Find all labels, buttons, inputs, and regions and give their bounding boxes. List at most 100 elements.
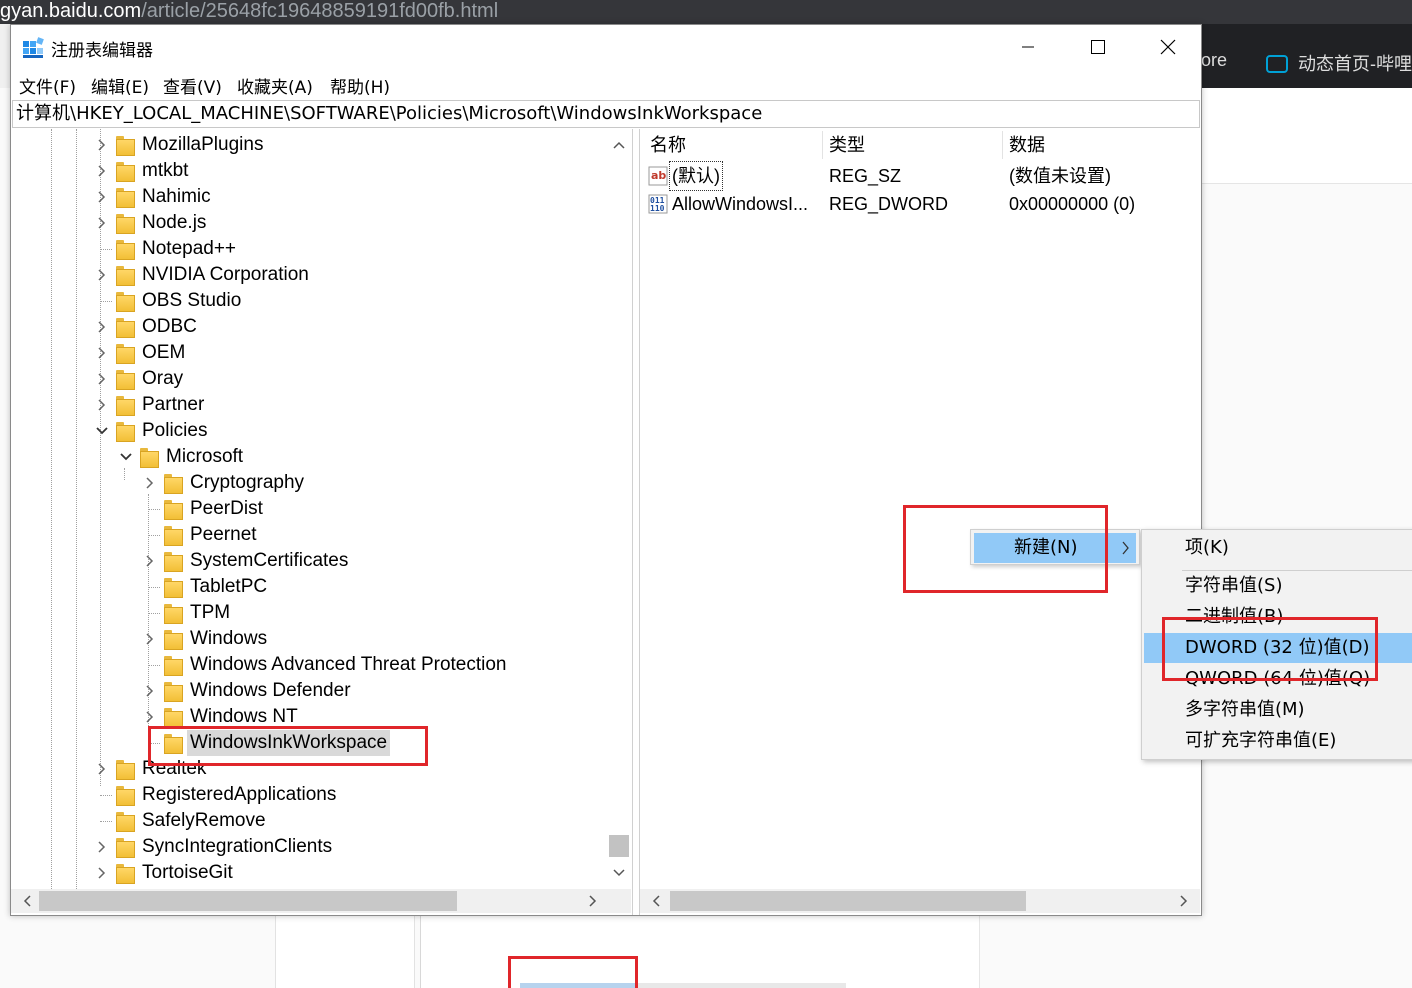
tree-item[interactable]: TabletPC bbox=[11, 574, 601, 600]
tree-item-label: ODBC bbox=[142, 316, 197, 337]
folder-icon bbox=[116, 396, 135, 416]
minimize-button[interactable] bbox=[993, 25, 1063, 69]
svg-text:110: 110 bbox=[650, 204, 665, 213]
tree-item[interactable]: SystemCertificates bbox=[11, 548, 601, 574]
menu-edit[interactable]: 编辑(E) bbox=[91, 73, 149, 98]
maximize-button[interactable] bbox=[1063, 25, 1133, 69]
scroll-thumb[interactable] bbox=[670, 891, 1026, 911]
browser-url-bar[interactable]: gyan.baidu.com/article/25648fc1964885919… bbox=[0, 0, 1412, 24]
tree-vertical-scrollbar[interactable] bbox=[607, 129, 631, 889]
scroll-up-button[interactable] bbox=[607, 133, 631, 157]
expand-chevron-icon[interactable] bbox=[94, 834, 110, 860]
tree-item[interactable]: Cryptography bbox=[11, 470, 601, 496]
tree-item-label: OEM bbox=[142, 342, 186, 363]
column-divider[interactable] bbox=[1002, 131, 1003, 159]
value-row[interactable]: 011 110 AllowWindowsI... REG_DWORD 0x000… bbox=[640, 190, 1200, 218]
expand-chevron-icon[interactable] bbox=[142, 470, 158, 496]
expand-chevron-icon[interactable] bbox=[142, 678, 158, 704]
folder-icon bbox=[116, 318, 135, 338]
tree-item[interactable]: PeerDist bbox=[11, 496, 601, 522]
annotation-box-dword bbox=[1162, 617, 1378, 681]
key-tree[interactable]: MozillaPlugins mtkbt Nahimic Node.js Notepad… bbox=[11, 129, 633, 915]
chevron-left-icon bbox=[652, 895, 660, 907]
tree-item-label: TabletPC bbox=[190, 576, 268, 597]
tree-item[interactable]: Peernet bbox=[11, 522, 601, 548]
column-header-type[interactable]: 类型 bbox=[829, 133, 865, 159]
submenu-item-key[interactable]: 项(K) bbox=[1144, 533, 1412, 563]
tree-item[interactable]: Oray bbox=[11, 366, 601, 392]
expand-chevron-icon[interactable] bbox=[94, 756, 110, 782]
menu-file[interactable]: 文件(F) bbox=[19, 73, 76, 98]
address-bar[interactable]: 计算机\HKEY_LOCAL_MACHINE\SOFTWARE\Policies… bbox=[12, 100, 1200, 128]
expand-chevron-icon[interactable] bbox=[94, 860, 110, 886]
tree-item[interactable]: Windows Advanced Threat Protection bbox=[11, 652, 601, 678]
tree-item-label: Nahimic bbox=[142, 186, 211, 207]
chevron-right-icon bbox=[589, 895, 597, 907]
browser-tab-bilibili[interactable]: 动态首页-哔哩 bbox=[1266, 50, 1412, 76]
tree-item[interactable]: SyncIntegrationClients bbox=[11, 834, 601, 860]
browser-page-column bbox=[275, 916, 415, 988]
menu-favorites[interactable]: 收藏夹(A) bbox=[237, 73, 313, 98]
maximize-icon bbox=[1091, 40, 1105, 54]
tree-item[interactable]: SafelyRemove bbox=[11, 808, 601, 834]
title-bar[interactable]: 注册表编辑器 bbox=[11, 25, 1201, 69]
close-button[interactable] bbox=[1133, 25, 1203, 69]
tree-item-label: Windows Advanced Threat Protection bbox=[190, 654, 507, 675]
tree-horizontal-scrollbar[interactable] bbox=[11, 889, 631, 913]
tree-item[interactable]: Node.js bbox=[11, 210, 601, 236]
tree-item[interactable]: TortoiseGit bbox=[11, 860, 601, 886]
column-header-data[interactable]: 数据 bbox=[1009, 133, 1045, 159]
scroll-thumb[interactable] bbox=[39, 891, 457, 911]
tree-item[interactable]: RegisteredApplications bbox=[11, 782, 601, 808]
expand-chevron-icon[interactable] bbox=[94, 340, 110, 366]
submenu-item-expandable-string-value[interactable]: 可扩充字符串值(E) bbox=[1144, 726, 1412, 756]
tree-item[interactable]: Windows bbox=[11, 626, 601, 652]
value-row[interactable]: ab (默认) REG_SZ (数值未设置) bbox=[640, 161, 1200, 191]
tree-guide-line bbox=[148, 613, 160, 614]
scroll-thumb[interactable] bbox=[609, 835, 629, 857]
tree-item[interactable]: OEM bbox=[11, 340, 601, 366]
expand-chevron-icon[interactable] bbox=[94, 132, 110, 158]
window-title: 注册表编辑器 bbox=[51, 41, 153, 61]
expand-chevron-icon[interactable] bbox=[94, 262, 110, 288]
scroll-down-button[interactable] bbox=[607, 861, 631, 885]
scroll-left-button[interactable] bbox=[644, 889, 668, 913]
tree-item[interactable]: OBS Studio bbox=[11, 288, 601, 314]
expand-chevron-icon[interactable] bbox=[94, 210, 110, 236]
column-header-name[interactable]: 名称 bbox=[650, 133, 686, 159]
scroll-right-button[interactable] bbox=[1172, 889, 1196, 913]
folder-icon bbox=[164, 708, 183, 728]
close-icon bbox=[1160, 39, 1176, 55]
expand-chevron-icon[interactable] bbox=[94, 314, 110, 340]
values-horizontal-scrollbar[interactable] bbox=[640, 889, 1200, 913]
expand-chevron-icon[interactable] bbox=[142, 626, 158, 652]
menu-help[interactable]: 帮助(H) bbox=[330, 73, 390, 98]
expand-chevron-icon[interactable] bbox=[94, 158, 110, 184]
collapse-chevron-icon[interactable] bbox=[94, 418, 110, 444]
tree-item[interactable]: mtkbt bbox=[11, 158, 601, 184]
tree-item[interactable]: Nahimic bbox=[11, 184, 601, 210]
submenu-item-string-value[interactable]: 字符串值(S) bbox=[1144, 571, 1412, 601]
expand-chevron-icon[interactable] bbox=[142, 548, 158, 574]
expand-chevron-icon[interactable] bbox=[94, 366, 110, 392]
tree-item[interactable]: TPM bbox=[11, 600, 601, 626]
tree-item[interactable]: Microsoft bbox=[11, 444, 601, 470]
tree-item[interactable]: NVIDIA Corporation bbox=[11, 262, 601, 288]
expand-chevron-icon[interactable] bbox=[94, 184, 110, 210]
scroll-right-button[interactable] bbox=[581, 889, 605, 913]
menu-view[interactable]: 查看(V) bbox=[163, 73, 222, 98]
tree-item-label: Policies bbox=[142, 420, 208, 441]
folder-icon bbox=[116, 162, 135, 182]
browser-page-header bbox=[1200, 88, 1412, 184]
tree-item[interactable]: Windows Defender bbox=[11, 678, 601, 704]
tree-item[interactable]: ODBC bbox=[11, 314, 601, 340]
tree-item[interactable]: Notepad++ bbox=[11, 236, 601, 262]
column-divider[interactable] bbox=[822, 131, 823, 159]
tree-item[interactable]: Policies bbox=[11, 418, 601, 444]
tree-item[interactable]: MozillaPlugins bbox=[11, 132, 601, 158]
collapse-chevron-icon[interactable] bbox=[118, 444, 134, 470]
scroll-left-button[interactable] bbox=[15, 889, 39, 913]
tree-item[interactable]: Partner bbox=[11, 392, 601, 418]
expand-chevron-icon[interactable] bbox=[94, 392, 110, 418]
submenu-item-multi-string-value[interactable]: 多字符串值(M) bbox=[1144, 695, 1412, 725]
